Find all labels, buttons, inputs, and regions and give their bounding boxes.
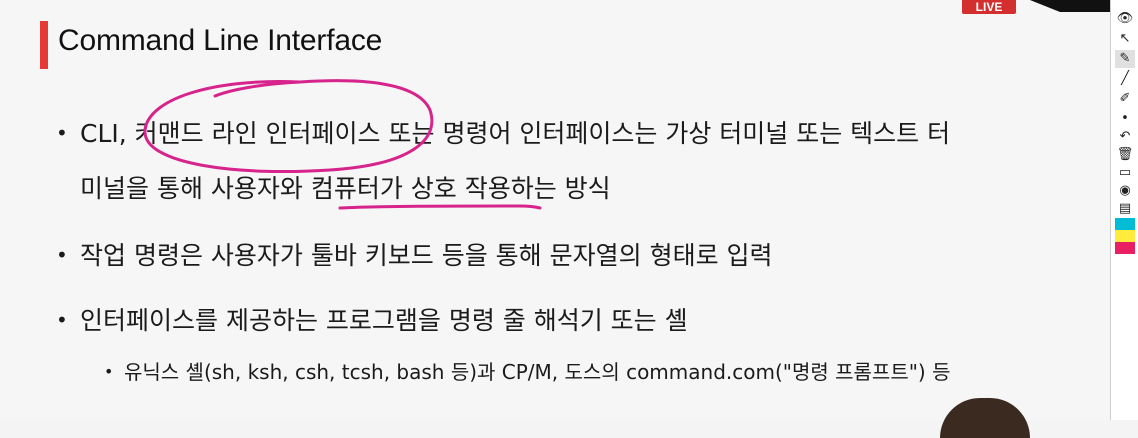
bullet-dot: • bbox=[56, 121, 68, 145]
bullet-2-text: 작업 명령은 사용자가 툴바 키보드 등을 통해 문자열의 형태로 입력 bbox=[80, 241, 773, 270]
slide-title: Command Line Interface bbox=[58, 24, 383, 57]
bullet-1-text: CLI, 커맨드 라인 인터페이스 또는 명령어 인터페이스는 가상 터미널 또… bbox=[80, 119, 951, 148]
bullet-1: • CLI, 커맨드 라인 인터페이스 또는 명령어 인터페이스는 가상 터미널… bbox=[56, 106, 951, 161]
color-swatch-yellow[interactable] bbox=[1115, 230, 1135, 242]
pen-icon[interactable]: ✎ bbox=[1115, 50, 1135, 68]
bullet-2: • 작업 명령은 사용자가 툴바 키보드 등을 통해 문자열의 형태로 입력 bbox=[56, 228, 773, 283]
color-swatch-magenta[interactable] bbox=[1115, 242, 1135, 254]
dot-icon[interactable]: • bbox=[1115, 110, 1135, 128]
bullet-1-text-line2: 미널을 통해 사용자와 컴퓨터가 상호 작용하는 방식 bbox=[80, 174, 611, 203]
cursor-icon[interactable]: ↖ bbox=[1115, 30, 1135, 48]
monitor-icon[interactable]: ▭ bbox=[1115, 164, 1135, 182]
presenter-video-thumbnail bbox=[940, 398, 1030, 438]
bullet-dot: • bbox=[56, 308, 68, 332]
title-accent-bar bbox=[40, 21, 48, 69]
slide: Command Line Interface • CLI, 커맨드 라인 인터페… bbox=[0, 0, 1110, 438]
annotation-toolbar: 👁 ↖ ✎ ╱ ✐ • ↶ 🗑 ▭ ◉ ▤ bbox=[1110, 0, 1138, 420]
bullet-1-continuation: 미널을 통해 사용자와 컴퓨터가 상호 작용하는 방식 bbox=[80, 161, 611, 216]
camera-icon[interactable]: ◉ bbox=[1115, 182, 1135, 200]
trash-icon[interactable]: 🗑 bbox=[1115, 146, 1135, 164]
undo-icon[interactable]: ↶ bbox=[1115, 128, 1135, 146]
color-swatch-cyan[interactable] bbox=[1115, 218, 1135, 230]
bullet-3-text: 인터페이스를 제공하는 프로그램을 명령 줄 해석기 또는 셸 bbox=[80, 306, 688, 335]
sub-bullet-1-text: 유닉스 셸(sh, ksh, csh, tcsh, bash 등)과 CP/M,… bbox=[124, 360, 951, 384]
clipboard-icon[interactable]: ▤ bbox=[1115, 200, 1135, 218]
highlighter-icon[interactable]: ✐ bbox=[1115, 90, 1135, 108]
sub-bullet-1: • 유닉스 셸(sh, ksh, csh, tcsh, bash 등)과 CP/… bbox=[104, 358, 951, 386]
pointer-arrow-icon bbox=[1030, 0, 1110, 12]
bullet-dot: • bbox=[56, 243, 68, 267]
bullet-3: • 인터페이스를 제공하는 프로그램을 명령 줄 해석기 또는 셸 bbox=[56, 293, 688, 348]
live-badge: LIVE bbox=[962, 0, 1016, 14]
sub-bullet-dot: • bbox=[104, 362, 114, 381]
line-icon[interactable]: ╱ bbox=[1115, 70, 1135, 88]
eye-icon[interactable]: 👁 bbox=[1115, 10, 1135, 28]
